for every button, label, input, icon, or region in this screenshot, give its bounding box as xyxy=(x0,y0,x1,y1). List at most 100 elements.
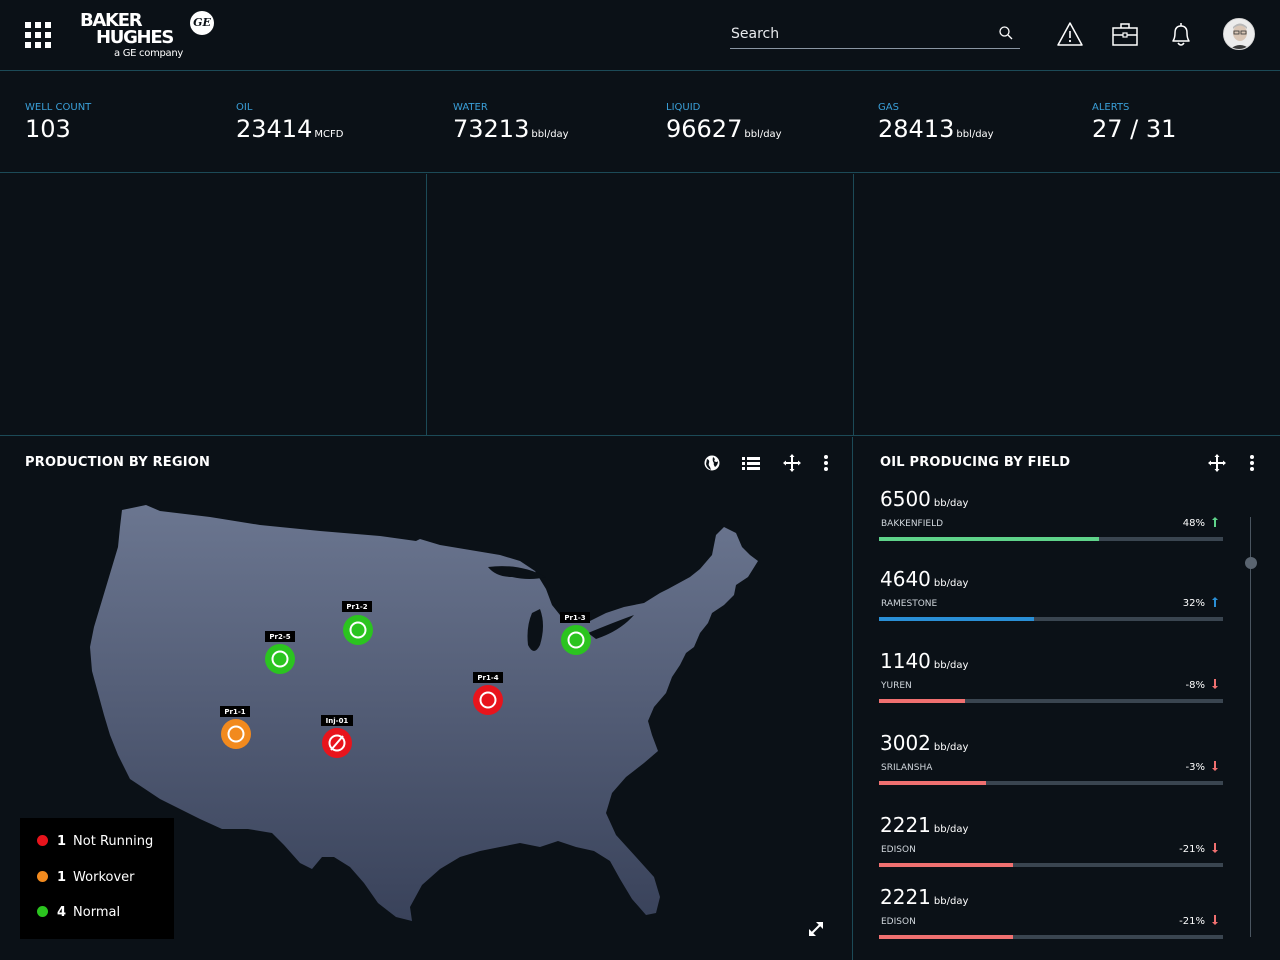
status-dot-icon xyxy=(37,871,48,882)
field-name: EDISON xyxy=(881,917,916,927)
field-change-percent: 32% xyxy=(1182,598,1205,609)
kpi-value: 28413 xyxy=(878,115,955,143)
well-marker-inj-01[interactable]: Inj-01 xyxy=(321,715,353,758)
field-change: -3% xyxy=(1186,761,1219,773)
well-marker-pr1-3[interactable]: Pr1-3 xyxy=(560,612,591,655)
ge-monogram-logo: GE xyxy=(190,11,214,35)
well-marker-pr1-4[interactable]: Pr1-4 xyxy=(473,672,503,715)
field-name: SRILANSHA xyxy=(881,763,933,773)
field-progress-track xyxy=(879,863,1223,867)
field-row[interactable]: 2221 bb/day EDISON -21% xyxy=(879,813,1223,873)
field-value-unit: bb/day xyxy=(933,896,969,907)
kpi-value: 103 xyxy=(25,115,71,143)
field-name: EDISON xyxy=(881,845,916,855)
kpi-label: OIL xyxy=(236,102,253,113)
legend-count: 1 xyxy=(57,834,67,849)
field-row[interactable]: 3002 bb/day SRILANSHA -3% xyxy=(879,731,1223,791)
field-progress-track xyxy=(879,537,1223,541)
kpi-label: WATER xyxy=(453,102,488,113)
kpi-gas[interactable]: GAS 28413 bbl/day xyxy=(878,102,994,149)
field-value-number: 2221 xyxy=(880,885,931,909)
legend-count: 1 xyxy=(57,870,67,885)
kpi-well-count[interactable]: WELL COUNT 103 xyxy=(25,102,91,143)
production-by-region-panel: PRODUCTION BY REGION Pr1-2 Pr2-5 Pr1-3 P… xyxy=(0,437,853,960)
field-progress-fill xyxy=(879,699,965,703)
us-map-shape xyxy=(90,505,758,921)
briefcase-icon[interactable] xyxy=(1111,20,1139,48)
legend-item-normal[interactable]: 4 Normal xyxy=(37,905,120,920)
field-value-unit: bb/day xyxy=(933,824,969,835)
field-progress-track xyxy=(879,699,1223,703)
status-dot-icon xyxy=(37,835,48,846)
top-header: BAKER HUGHES a GE company GE xyxy=(0,0,1280,71)
map-legend: 1 Not Running 1 Workover 4 Normal xyxy=(20,818,174,939)
brand-logo[interactable]: BAKER HUGHES a GE company GE xyxy=(80,11,220,62)
oil-producing-by-field-panel: OIL PRODUCING BY FIELD 6500 bb/day BAKKENF… xyxy=(854,437,1280,960)
field-value-unit: bb/day xyxy=(933,498,969,509)
kpi-water[interactable]: WATER 73213 bbl/day xyxy=(453,102,569,149)
move-icon[interactable] xyxy=(782,453,802,473)
well-label: Pr1-2 xyxy=(346,603,367,611)
kpi-unit: bbl/day xyxy=(744,129,782,140)
field-value-unit: bb/day xyxy=(933,578,969,589)
empty-widget-1 xyxy=(0,174,426,436)
kpi-oil[interactable]: OIL 23414 MCFD xyxy=(236,102,343,149)
list-icon[interactable] xyxy=(741,453,761,473)
kpi-alerts[interactable]: ALERTS 27 / 31 xyxy=(1092,102,1176,143)
empty-widget-3 xyxy=(854,174,1280,436)
kpi-liquid[interactable]: LIQUID 96627 bbl/day xyxy=(666,102,782,149)
legend-item-workover[interactable]: 1 Workover xyxy=(37,870,135,885)
legend-label: Not Running xyxy=(73,834,154,849)
well-label: Pr1-1 xyxy=(224,708,245,716)
user-avatar[interactable] xyxy=(1223,18,1255,50)
legend-label: Workover xyxy=(73,870,135,885)
alert-triangle-icon[interactable] xyxy=(1056,20,1084,48)
kpi-unit: MCFD xyxy=(314,129,344,140)
field-value-number: 1140 xyxy=(880,649,931,673)
trend-down-icon xyxy=(1211,843,1218,853)
field-value: 1140 bb/day xyxy=(880,649,968,673)
expand-icon[interactable] xyxy=(806,919,826,939)
field-value: 6500 bb/day xyxy=(880,487,968,511)
search-input[interactable] xyxy=(730,22,990,46)
panel-title: PRODUCTION BY REGION xyxy=(25,455,211,470)
field-progress-track xyxy=(879,617,1223,621)
field-row[interactable]: 1140 bb/day YUREN -8% xyxy=(879,649,1223,709)
empty-widget-row xyxy=(0,174,1280,436)
field-progress-fill xyxy=(879,863,1014,867)
kpi-bar: WELL COUNT 103 OIL 23414 MCFD WATER 73213… xyxy=(0,72,1280,173)
more-vertical-icon[interactable] xyxy=(816,453,836,473)
search-icon[interactable] xyxy=(998,25,1014,41)
scrollbar-thumb[interactable] xyxy=(1245,557,1257,569)
brand-line-2: HUGHES xyxy=(96,27,174,48)
avatar-face-icon xyxy=(1224,19,1254,49)
well-marker-pr2-5[interactable]: Pr2-5 xyxy=(265,631,295,674)
field-row[interactable]: 6500 bb/day BAKKENFIELD 48% xyxy=(879,487,1223,547)
field-row[interactable]: 4640 bb/day RAMESTONE 32% xyxy=(879,567,1223,627)
legend-count: 4 xyxy=(57,905,67,920)
kpi-value: 27 / 31 xyxy=(1092,115,1177,143)
field-name: RAMESTONE xyxy=(881,599,938,609)
panel-title: OIL PRODUCING BY FIELD xyxy=(880,455,1071,470)
trend-down-icon xyxy=(1211,915,1218,925)
bell-icon[interactable] xyxy=(1167,20,1195,48)
field-row[interactable]: 2221 bb/day EDISON -21% xyxy=(879,885,1223,945)
more-vertical-icon[interactable] xyxy=(1242,453,1262,473)
field-change-percent: -21% xyxy=(1179,916,1205,927)
scrollbar-track[interactable] xyxy=(1250,517,1251,937)
well-marker-pr1-2[interactable]: Pr1-2 xyxy=(342,601,373,645)
field-value-number: 2221 xyxy=(880,813,931,837)
field-value-number: 4640 xyxy=(880,567,931,591)
field-progress-fill xyxy=(879,537,1100,541)
field-value: 3002 bb/day xyxy=(880,731,968,755)
apps-grid-icon[interactable] xyxy=(25,22,51,48)
field-progress-fill xyxy=(879,617,1034,621)
trend-up-icon xyxy=(1211,597,1218,607)
well-marker-pr1-1[interactable]: Pr1-1 xyxy=(220,706,251,749)
move-icon[interactable] xyxy=(1207,453,1227,473)
legend-item-not-running[interactable]: 1 Not Running xyxy=(37,834,153,849)
well-label: Inj-01 xyxy=(326,717,349,725)
field-value-unit: bb/day xyxy=(933,742,969,753)
globe-icon[interactable] xyxy=(702,453,722,473)
field-change: -8% xyxy=(1186,679,1219,691)
